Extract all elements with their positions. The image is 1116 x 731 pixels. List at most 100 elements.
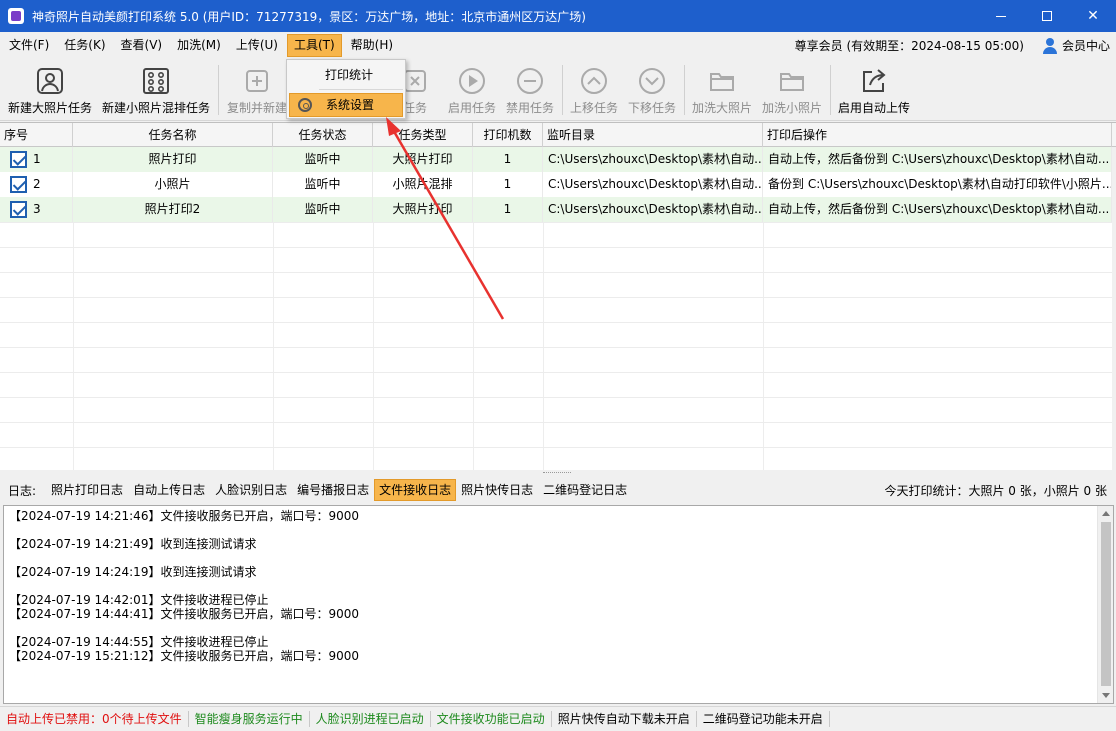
maximize-button[interactable]	[1024, 0, 1070, 32]
col-header-status[interactable]: 任务状态	[273, 123, 373, 147]
move-down-button[interactable]: 下移任务	[624, 59, 680, 119]
tab-qrcode-register-log[interactable]: 二维码登记日志	[538, 479, 632, 501]
user-icon	[1042, 37, 1058, 54]
member-center-label: 会员中心	[1061, 39, 1110, 53]
log-line: 【2024-07-19 14:44:41】文件接收服务已开启，端口号：9000	[9, 607, 359, 621]
new-large-task-button[interactable]: 新建大照片任务	[6, 59, 94, 119]
cell-status: 监听中	[273, 197, 373, 222]
table-row[interactable]: 1 照片打印 监听中 大照片打印 1 C:\Users\zhouxc\Deskt…	[0, 147, 1112, 172]
row-divider	[0, 397, 1112, 398]
row-checkbox[interactable]	[10, 201, 27, 218]
window-controls: ✕	[978, 0, 1116, 32]
menu-upload[interactable]: 上传(U)	[230, 34, 284, 57]
col-header-printers[interactable]: 打印机数	[473, 123, 543, 147]
enable-task-button[interactable]: 启用任务	[444, 59, 500, 119]
table-row[interactable]: 3 照片打印2 监听中 大照片打印 1 C:\Users\zhouxc\Desk…	[0, 197, 1112, 222]
scroll-thumb[interactable]	[1101, 522, 1111, 686]
col-header-after-print[interactable]: 打印后操作	[763, 123, 1112, 147]
maximize-icon	[1042, 11, 1052, 21]
log-tab-bar: 日志: 照片打印日志 自动上传日志 人脸识别日志 编号播报日志 文件接收日志 照…	[0, 476, 1116, 504]
tab-file-receive-log[interactable]: 文件接收日志	[374, 479, 457, 501]
table-row[interactable]: 2 小照片 监听中 小照片混排 1 C:\Users\zhouxc\Deskto…	[0, 172, 1112, 197]
disable-task-button[interactable]: 禁用任务	[502, 59, 558, 119]
row-divider	[0, 297, 1112, 298]
member-center-button[interactable]: 会员中心	[1042, 37, 1110, 54]
menu-view[interactable]: 查看(V)	[115, 34, 169, 57]
cell-printers: 1	[473, 197, 543, 222]
row-checkbox[interactable]	[10, 151, 27, 168]
col-header-type[interactable]: 任务类型	[373, 123, 473, 147]
tab-photo-quick-transfer-log[interactable]: 照片快传日志	[456, 479, 538, 501]
log-text-area[interactable]: 【2024-07-19 14:21:46】文件接收服务已开启，端口号：9000 …	[3, 505, 1114, 704]
grid-photos-icon	[142, 67, 170, 95]
play-icon	[458, 67, 486, 95]
scroll-up-icon[interactable]	[1102, 511, 1110, 516]
menu-reprint[interactable]: 加洗(M)	[171, 34, 227, 57]
close-button[interactable]: ✕	[1070, 0, 1116, 32]
tab-auto-upload-log[interactable]: 自动上传日志	[128, 479, 210, 501]
enable-auto-upload-label: 启用自动上传	[837, 101, 910, 115]
tab-photo-print-log[interactable]: 照片打印日志	[46, 479, 128, 501]
row-divider	[0, 222, 1112, 223]
add-small-photo-button[interactable]: 加洗小照片	[758, 59, 826, 119]
move-up-button[interactable]: 上移任务	[566, 59, 622, 119]
add-small-photo-label: 加洗小照片	[761, 101, 822, 115]
minus-circle-icon	[516, 67, 544, 95]
status-quick-transfer: 照片快传自动下载未开启	[552, 711, 697, 727]
cell-after-print: 自动上传，然后备份到 C:\Users\zhouxc\Desktop\素材\自动…	[763, 197, 1112, 222]
menu-task[interactable]: 任务(K)	[58, 34, 111, 57]
cell-type: 大照片打印	[373, 197, 473, 222]
cell-index: 2	[33, 172, 73, 197]
row-divider	[0, 272, 1112, 273]
chevron-up-icon	[580, 67, 608, 95]
row-checkbox[interactable]	[10, 176, 27, 193]
new-small-task-button[interactable]: 新建小照片混排任务	[100, 59, 212, 119]
cell-watch-dir: C:\Users\zhouxc\Desktop\素材\自动...	[543, 197, 763, 222]
log-line: 【2024-07-19 14:42:01】文件接收进程已停止	[9, 593, 269, 607]
today-print-stats: 今天打印统计：大照片 0 张，小照片 0 张	[884, 484, 1107, 498]
chevron-down-icon	[638, 67, 666, 95]
status-auto-upload: 自动上传已禁用：0个待上传文件	[0, 711, 189, 727]
portrait-icon	[36, 67, 64, 95]
cell-after-print: 备份到 C:\Users\zhouxc\Desktop\素材\自动打印软件\小照…	[763, 172, 1112, 197]
new-large-task-label: 新建大照片任务	[7, 101, 92, 115]
tab-number-broadcast-log[interactable]: 编号播报日志	[292, 479, 374, 501]
enable-auto-upload-button[interactable]: 启用自动上传	[834, 59, 914, 119]
toolbar-separator	[684, 65, 685, 115]
scroll-down-icon[interactable]	[1102, 693, 1110, 698]
copy-new-task-button[interactable]: 复制并新建	[224, 59, 290, 119]
col-header-watch-dir[interactable]: 监听目录	[543, 123, 763, 147]
menu-print-statistics[interactable]: 打印统计	[289, 63, 403, 87]
member-info: 尊享会员 (有效期至：2024-08-15 05:00)	[794, 39, 1024, 53]
minimize-button[interactable]	[978, 0, 1024, 32]
status-file-receive: 文件接收功能已启动	[431, 711, 552, 727]
col-header-name[interactable]: 任务名称	[73, 123, 273, 147]
toolbar-separator	[562, 65, 563, 115]
share-upload-icon	[860, 67, 888, 95]
cell-type: 大照片打印	[373, 147, 473, 172]
status-qrcode-register: 二维码登记功能未开启	[697, 711, 830, 727]
log-scrollbar[interactable]	[1097, 506, 1113, 703]
col-header-index[interactable]: 序号	[0, 123, 73, 147]
cell-printers: 1	[473, 172, 543, 197]
tab-face-recognition-log[interactable]: 人脸识别日志	[210, 479, 292, 501]
new-small-task-label: 新建小照片混排任务	[101, 101, 210, 115]
cell-status: 监听中	[273, 147, 373, 172]
menu-help[interactable]: 帮助(H)	[345, 34, 399, 57]
system-settings-label: 系统设置	[326, 98, 375, 112]
folder-icon	[778, 67, 806, 95]
menu-system-settings[interactable]: 系统设置	[289, 93, 403, 117]
disable-task-label: 禁用任务	[505, 101, 554, 115]
splitter-grip[interactable]	[543, 472, 571, 474]
add-large-photo-button[interactable]: 加洗大照片	[688, 59, 756, 119]
log-line: 【2024-07-19 14:24:19】收到连接测试请求	[9, 565, 257, 579]
row-divider	[0, 372, 1112, 373]
menu-file[interactable]: 文件(F)	[3, 34, 55, 57]
task-table: 序号 任务名称 任务状态 任务类型 打印机数 监听目录 打印后操作 1 照片打印…	[0, 122, 1116, 470]
copy-add-icon	[243, 67, 271, 95]
move-down-label: 下移任务	[627, 101, 676, 115]
table-scrollbar[interactable]	[1112, 147, 1116, 470]
copy-new-task-label: 复制并新建	[226, 101, 287, 115]
row-divider	[0, 347, 1112, 348]
menu-tools[interactable]: 工具(T)	[286, 34, 342, 57]
